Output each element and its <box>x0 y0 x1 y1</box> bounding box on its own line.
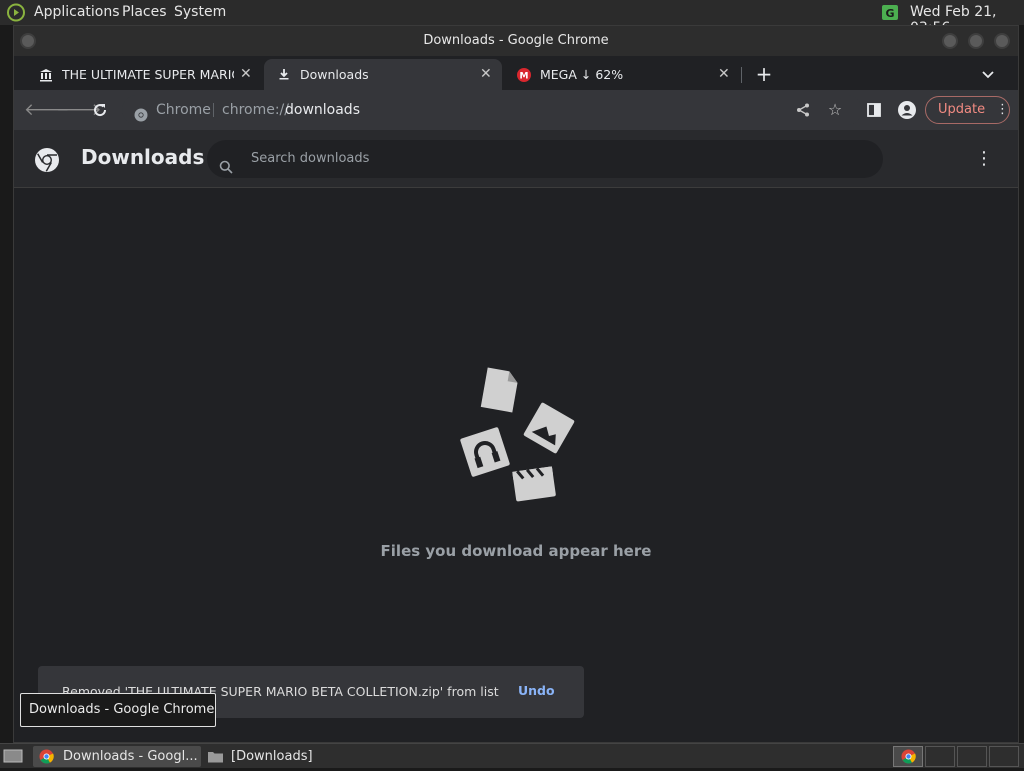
mega-icon: M <box>516 59 532 90</box>
folder-icon <box>207 749 224 764</box>
empty-state-illustration <box>454 366 580 516</box>
omnibox-site-chip: Chrome <box>156 102 211 118</box>
share-icon[interactable] <box>791 98 815 122</box>
more-vert-icon: ⋮ <box>996 102 1009 117</box>
omnibox-url-path: downloads <box>285 102 360 118</box>
browser-toolbar: 🡐 🡒 Chrome chrome:// downloads ☆ Update … <box>14 90 1018 130</box>
new-tab-plus-icon[interactable]: + <box>753 63 775 85</box>
workspace-2[interactable] <box>925 746 955 767</box>
window-menu-button[interactable] <box>20 33 36 49</box>
forward-arrow-icon[interactable]: 🡒 <box>56 98 102 122</box>
bottom-taskbar: Downloads - Googl... [Downloads] <box>0 743 1024 768</box>
distro-logo-icon[interactable] <box>6 3 26 22</box>
taskbar-item-label: [Downloads] <box>231 749 313 764</box>
document-icon <box>480 367 518 413</box>
window-title: Downloads - Google Chrome <box>423 33 609 48</box>
chrome-window: Downloads - Google Chrome THE ULTIMATE S… <box>13 25 1019 743</box>
reload-icon[interactable] <box>88 98 112 122</box>
back-arrow-icon[interactable]: 🡐 <box>24 98 70 122</box>
taskbar-item-downloads-folder[interactable]: [Downloads] <box>205 746 385 767</box>
menu-applications[interactable]: Applications <box>34 4 120 20</box>
tab-mega[interactable]: M MEGA ↓ 62% ✕ <box>504 59 740 90</box>
taskbar-tooltip: Downloads - Google Chrome <box>20 693 216 727</box>
side-panel-icon[interactable] <box>862 98 886 122</box>
update-notifier-icon[interactable]: G <box>880 3 900 22</box>
close-icon[interactable]: ✕ <box>480 59 492 90</box>
omnibox-divider <box>213 103 214 117</box>
tab-search-chevron-down-icon[interactable] <box>978 64 998 84</box>
update-label: Update <box>938 102 986 117</box>
menu-places[interactable]: Places <box>122 4 167 20</box>
chrome-icon <box>39 749 54 764</box>
profile-avatar-icon[interactable] <box>895 98 919 122</box>
search-icon <box>219 152 233 174</box>
update-button[interactable]: Update ⋮ <box>925 96 1010 124</box>
top-panel: Applications Places System G Wed Feb 21,… <box>0 0 1024 36</box>
show-desktop-icon[interactable] <box>3 748 23 764</box>
omnibox-url-scheme: chrome:// <box>222 102 289 118</box>
taskbar-item-chrome[interactable]: Downloads - Googl... <box>33 746 201 767</box>
museum-icon <box>38 59 54 90</box>
svg-text:G: G <box>885 7 894 20</box>
tab-strip: THE ULTIMATE SUPER MARIO ✕ Downloads ✕ M… <box>14 56 1018 90</box>
tab-title: THE ULTIMATE SUPER MARIO <box>62 67 234 82</box>
workspace-4[interactable] <box>989 746 1019 767</box>
search-input[interactable]: Search downloads <box>207 140 883 178</box>
undo-button[interactable]: Undo <box>518 683 555 698</box>
bookmark-star-icon[interactable]: ☆ <box>823 98 847 122</box>
audio-file-icon <box>460 427 510 477</box>
tab-downloads[interactable]: Downloads ✕ <box>264 59 502 90</box>
close-icon[interactable]: ✕ <box>240 59 252 90</box>
svg-text:M: M <box>520 72 529 82</box>
movie-clapper-icon <box>512 466 556 502</box>
downloads-header: Downloads Search downloads ⋮ <box>14 130 1018 188</box>
tab-separator <box>741 67 742 83</box>
tab-mario[interactable]: THE ULTIMATE SUPER MARIO ✕ <box>26 59 262 90</box>
close-icon[interactable]: ✕ <box>718 59 730 90</box>
workspace-3[interactable] <box>957 746 987 767</box>
taskbar-item-label: Downloads - Googl... <box>63 749 198 764</box>
close-window-button[interactable] <box>994 33 1010 49</box>
tab-title: Downloads <box>300 67 369 82</box>
tab-title: MEGA ↓ 62% <box>540 67 624 82</box>
image-icon <box>523 402 575 454</box>
search-placeholder: Search downloads <box>251 151 370 166</box>
maximize-button[interactable] <box>968 33 984 49</box>
chrome-icon <box>901 749 916 764</box>
address-bar[interactable]: Chrome chrome:// downloads <box>122 95 862 125</box>
chrome-icon <box>134 103 148 122</box>
menu-system[interactable]: System <box>174 4 226 20</box>
workspace-switcher[interactable] <box>893 746 923 767</box>
empty-state-message: Files you download appear here <box>380 542 652 560</box>
download-icon <box>276 59 292 90</box>
more-vert-icon[interactable]: ⋮ <box>974 147 994 171</box>
minimize-button[interactable] <box>942 33 958 49</box>
page-title: Downloads <box>81 145 205 169</box>
chrome-logo-icon <box>34 147 60 173</box>
window-titlebar[interactable]: Downloads - Google Chrome <box>14 26 1018 56</box>
